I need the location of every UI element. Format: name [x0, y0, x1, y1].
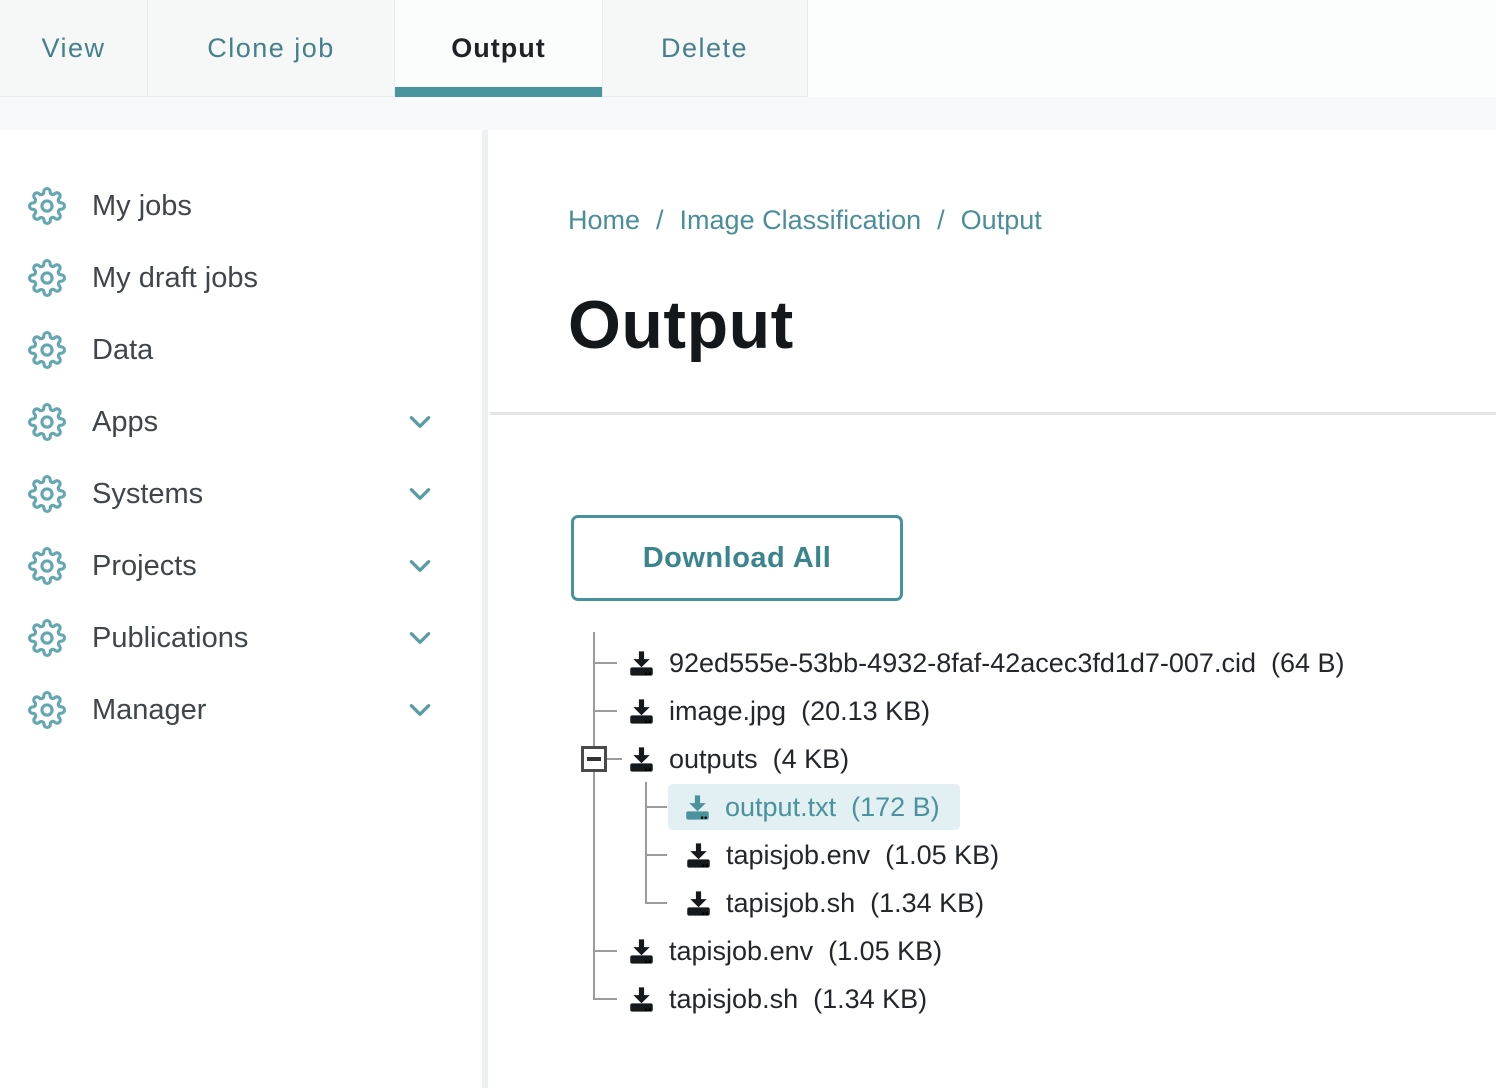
job-action-tabgroup: View Clone job Output Delete	[0, 0, 808, 97]
gear-icon	[28, 403, 66, 441]
main-panel: Home / Image Classification / Output Out…	[488, 130, 1496, 1088]
tab-output[interactable]: Output	[395, 0, 603, 96]
breadcrumb: Home / Image Classification / Output	[568, 205, 1496, 236]
tree-connector-line	[595, 710, 617, 712]
tree-file-row[interactable]: tapisjob.sh (1.34 KB)	[628, 977, 927, 1021]
tree-connector-line	[595, 950, 617, 952]
breadcrumb-job-link[interactable]: Image Classification	[680, 205, 922, 236]
gear-icon	[28, 619, 66, 657]
sidebar-item-label: Manager	[92, 694, 206, 727]
job-action-tabbar: View Clone job Output Delete	[0, 0, 1496, 97]
tree-file-row[interactable]: tapisjob.env (1.05 KB)	[685, 833, 999, 877]
folder-name: outputs	[669, 744, 758, 775]
tree-connector-line	[595, 998, 617, 1000]
download-icon	[628, 986, 655, 1013]
file-name: tapisjob.sh	[726, 888, 855, 919]
file-name: output.txt	[725, 792, 836, 823]
sidebar-item-label: Apps	[92, 406, 158, 439]
tab-delete[interactable]: Delete	[603, 0, 806, 96]
tree-connector-line	[647, 902, 667, 904]
gear-icon	[28, 547, 66, 585]
sidebar-item-systems[interactable]: Systems	[0, 458, 482, 530]
file-size: (1.34 KB)	[870, 888, 984, 919]
sidebar-item-label: Data	[92, 334, 153, 367]
download-icon	[684, 794, 711, 821]
breadcrumb-home-link[interactable]: Home	[568, 205, 640, 236]
sidebar-nav: My jobs My draft jobs Data Apps Systems …	[0, 130, 488, 1088]
gear-icon	[28, 187, 66, 225]
tree-file-row[interactable]: 92ed555e-53bb-4932-8faf-42acec3fd1d7-007…	[628, 641, 1345, 685]
sidebar-item-projects[interactable]: Projects	[0, 530, 482, 602]
sidebar-item-my-jobs[interactable]: My jobs	[0, 170, 482, 242]
sidebar-item-apps[interactable]: Apps	[0, 386, 482, 458]
sidebar-item-manager[interactable]: Manager	[0, 674, 482, 746]
tree-root-line	[593, 632, 595, 1000]
file-size: (1.05 KB)	[828, 936, 942, 967]
tree-connector-line	[607, 758, 622, 760]
tabbar-spacer-band	[0, 97, 1496, 130]
tree-folder-row[interactable]: outputs (4 KB)	[628, 737, 849, 781]
sidebar-item-label: Publications	[92, 622, 248, 655]
gear-icon	[28, 331, 66, 369]
file-size: (172 B)	[851, 792, 940, 823]
download-icon	[685, 842, 712, 869]
file-size: (20.13 KB)	[801, 696, 930, 727]
gear-icon	[28, 259, 66, 297]
gear-icon	[28, 691, 66, 729]
download-icon	[628, 746, 655, 773]
tree-file-row-selected[interactable]: output.txt (172 B)	[668, 784, 960, 830]
sidebar-item-label: My draft jobs	[92, 262, 258, 295]
tree-branch-line	[645, 782, 647, 904]
tree-file-row[interactable]: tapisjob.sh (1.34 KB)	[685, 881, 984, 925]
file-name: tapisjob.env	[726, 840, 870, 871]
file-name: tapisjob.env	[669, 936, 813, 967]
page-title: Output	[568, 286, 1496, 364]
file-name: tapisjob.sh	[669, 984, 798, 1015]
tree-connector-line	[647, 806, 667, 808]
chevron-down-icon[interactable]	[406, 696, 434, 724]
folder-size: (4 KB)	[773, 744, 850, 775]
section-divider	[490, 412, 1496, 415]
sidebar-item-label: My jobs	[92, 190, 192, 223]
gear-icon	[28, 475, 66, 513]
sidebar-item-label: Systems	[92, 478, 203, 511]
download-icon	[628, 938, 655, 965]
download-icon	[628, 698, 655, 725]
tree-connector-line	[647, 854, 667, 856]
file-name: image.jpg	[669, 696, 786, 727]
tree-file-row[interactable]: tapisjob.env (1.05 KB)	[628, 929, 942, 973]
chevron-down-icon[interactable]	[406, 552, 434, 580]
file-name: 92ed555e-53bb-4932-8faf-42acec3fd1d7-007…	[669, 648, 1256, 679]
file-size: (1.05 KB)	[885, 840, 999, 871]
tree-connector-line	[595, 662, 617, 664]
sidebar-item-publications[interactable]: Publications	[0, 602, 482, 674]
output-file-tree: 92ed555e-53bb-4932-8faf-42acec3fd1d7-007…	[593, 632, 1496, 1032]
sidebar-item-label: Projects	[92, 550, 197, 583]
chevron-down-icon[interactable]	[406, 624, 434, 652]
download-icon	[685, 890, 712, 917]
download-icon	[628, 650, 655, 677]
sidebar-item-data[interactable]: Data	[0, 314, 482, 386]
collapse-toggle-outputs[interactable]	[581, 746, 607, 772]
chevron-down-icon[interactable]	[406, 408, 434, 436]
minus-icon	[587, 757, 601, 761]
breadcrumb-separator: /	[937, 205, 945, 236]
sidebar-item-my-draft-jobs[interactable]: My draft jobs	[0, 242, 482, 314]
chevron-down-icon[interactable]	[406, 480, 434, 508]
file-size: (64 B)	[1271, 648, 1345, 679]
download-all-button[interactable]: Download All	[571, 515, 903, 601]
tab-view[interactable]: View	[0, 0, 148, 96]
breadcrumb-current[interactable]: Output	[961, 205, 1042, 236]
breadcrumb-separator: /	[656, 205, 664, 236]
tab-clone-job[interactable]: Clone job	[148, 0, 395, 96]
tree-file-row[interactable]: image.jpg (20.13 KB)	[628, 689, 930, 733]
file-size: (1.34 KB)	[813, 984, 927, 1015]
